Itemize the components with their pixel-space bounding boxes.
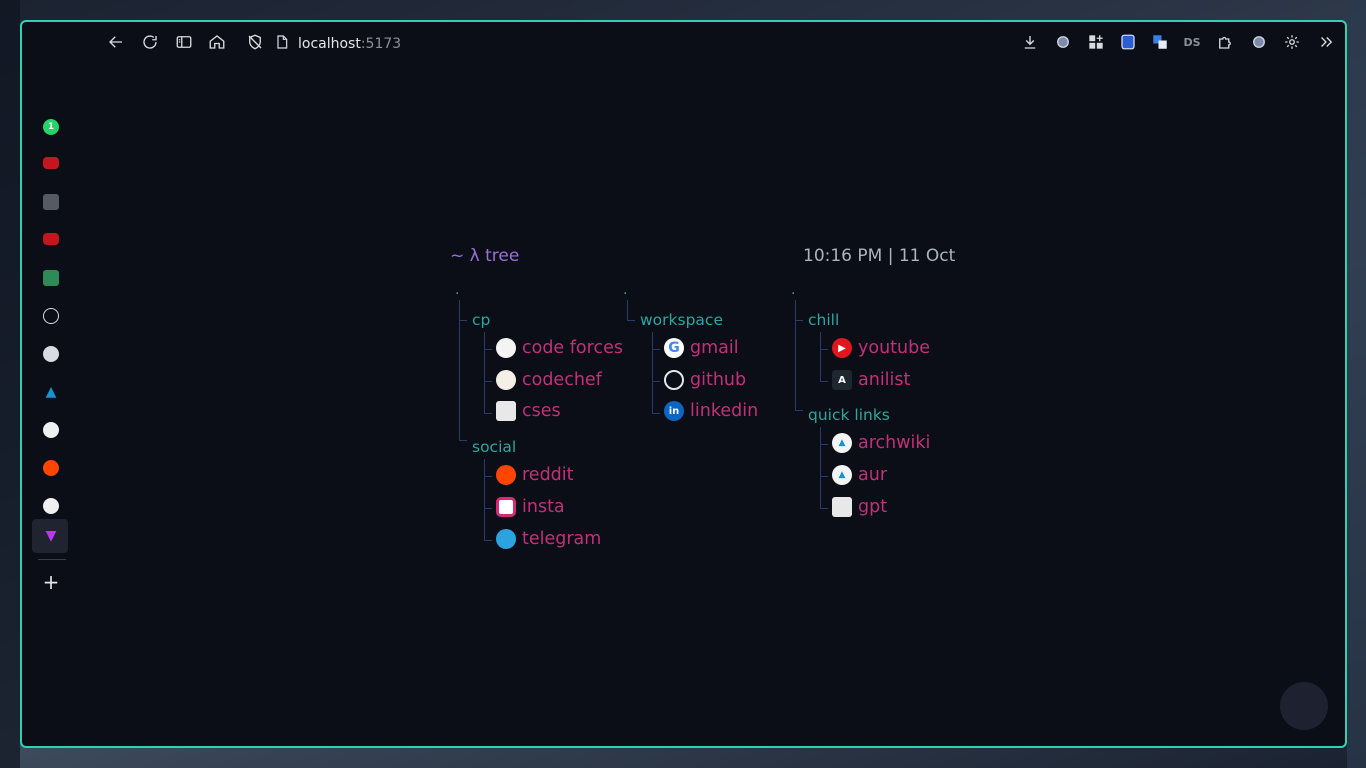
tree-folder: social [472,438,517,456]
gpt-icon [832,497,852,517]
tree-elbow [820,444,828,445]
link-aur[interactable]: ▲ aur [832,465,887,485]
tree-folder: workspace [640,311,723,329]
link-codechef[interactable]: codechef [496,370,602,390]
tree-elbow [484,381,492,382]
linkedin-icon: in [664,401,684,421]
tree-elbow [652,381,660,382]
tree-branch [484,332,485,414]
tree-root: . [791,282,796,298]
tree-folder: chill [808,311,840,329]
tree-elbow [820,381,828,382]
link-gpt[interactable]: gpt [832,497,887,517]
link-reddit[interactable]: reddit [496,465,574,485]
prompt-tilde: ~ [450,246,465,266]
youtube-icon: ▶ [832,338,852,358]
link-linkedin[interactable]: in linkedin [664,401,758,421]
tree-branch [459,300,460,440]
tree-branch [652,332,653,414]
tree-elbow [820,476,828,477]
instagram-icon [496,497,516,517]
anilist-icon: A [832,370,852,390]
tree-branch [795,300,796,410]
tree-elbow [484,476,492,477]
tree-elbow [459,440,467,441]
prompt-command: tree [485,246,520,266]
clock: 10:16 PM | 11 Oct [803,246,956,266]
tree-elbow [484,540,492,541]
tree-elbow [484,349,492,350]
tree-elbow [459,320,467,321]
tree-elbow [795,410,803,411]
reddit-icon [496,465,516,485]
link-github[interactable]: github [664,370,746,390]
tree-root: . [455,282,460,298]
tree-branch [820,427,821,509]
aur-icon: ▲ [832,465,852,485]
startpage: ~ λ tree 10:16 PM | 11 Oct . cp code for… [22,22,1345,746]
tree-elbow [795,320,803,321]
tree-elbow [652,349,660,350]
telegram-icon [496,529,516,549]
tree-elbow [820,508,828,509]
google-icon: G [664,338,684,358]
link-codeforces[interactable]: code forces [496,338,623,358]
tree-folder: quick links [808,406,890,424]
github-icon [664,370,684,390]
tree-elbow [484,508,492,509]
link-telegram[interactable]: telegram [496,529,601,549]
tree-root: . [623,282,628,298]
link-archwiki[interactable]: ▲ archwiki [832,433,930,453]
codeforces-icon [496,338,516,358]
tree-elbow [484,413,492,414]
codechef-icon [496,370,516,390]
link-cses[interactable]: cses [496,401,561,421]
archwiki-icon: ▲ [832,433,852,453]
tree-folder: cp [472,311,491,329]
terminal-prompt: ~ λ tree [450,246,519,266]
tree-elbow [652,413,660,414]
tree-branch [627,300,628,320]
tree-branch [484,459,485,541]
floating-action-button[interactable] [1280,682,1328,730]
wallpaper-shape [1347,0,1366,768]
link-gmail[interactable]: G gmail [664,338,739,358]
tree-elbow [820,349,828,350]
cses-icon [496,401,516,421]
link-insta[interactable]: insta [496,497,565,517]
link-youtube[interactable]: ▶ youtube [832,338,930,358]
tree-elbow [627,320,635,321]
prompt-lambda: λ [469,246,480,266]
wallpaper-shape [0,0,20,768]
browser-window: localhost:5173 DS 1 ▲ ▼ + ~ λ tree 10:16… [20,20,1347,748]
link-anilist[interactable]: A anilist [832,370,910,390]
tree-branch [820,332,821,382]
